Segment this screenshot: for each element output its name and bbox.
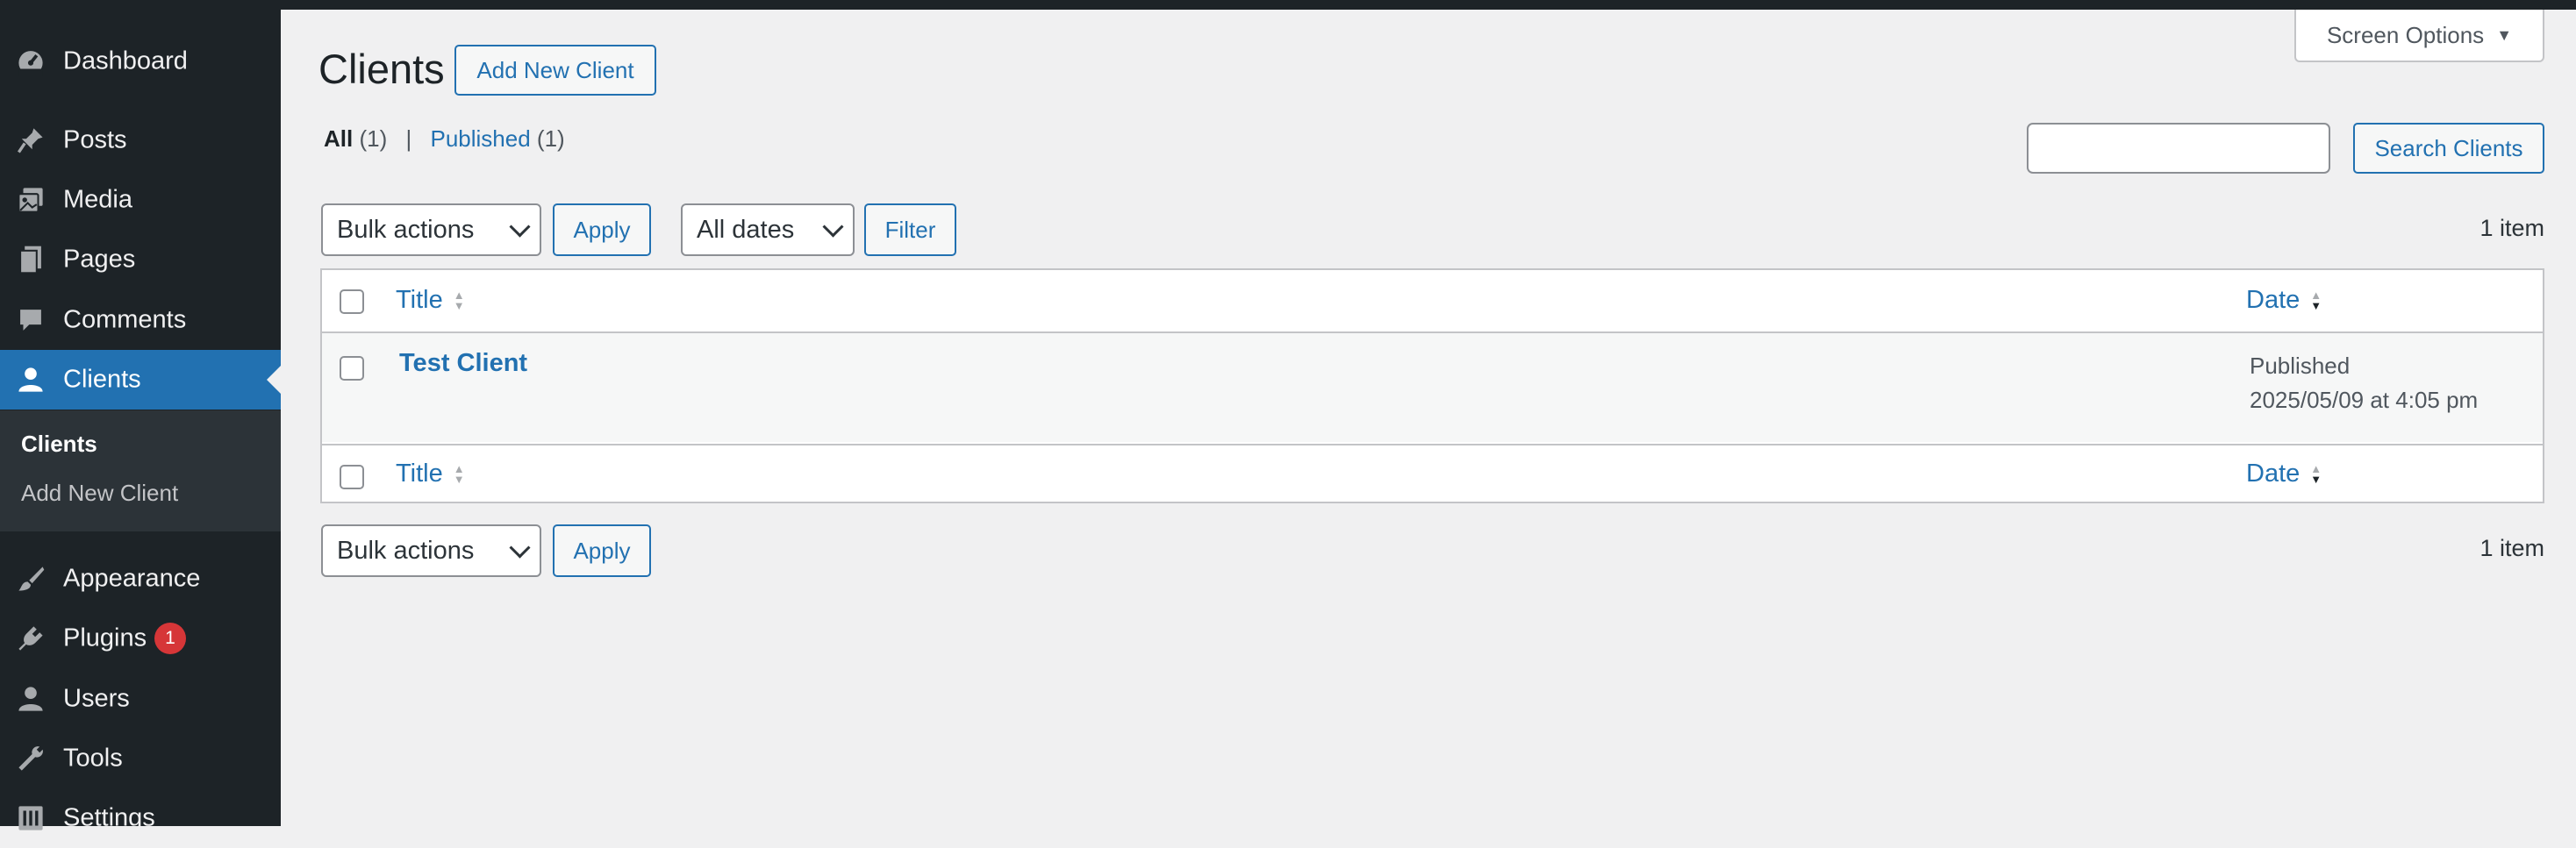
- filter-all-link[interactable]: All: [324, 125, 353, 152]
- sidebar-item-comments[interactable]: Comments: [0, 290, 281, 350]
- date-column-footer[interactable]: Date ▲ ▼: [2246, 460, 2322, 488]
- sidebar-item-label: Appearance: [63, 564, 201, 593]
- sidebar-item-clients[interactable]: Clients: [0, 350, 281, 410]
- sidebar-item-label: Clients: [63, 365, 141, 394]
- comment-icon: [20, 310, 41, 331]
- media-icon: [18, 188, 43, 213]
- sidebar-submenu: Clients Add New Client: [0, 410, 281, 531]
- sort-desc-icon: ▲ ▼: [2310, 461, 2322, 486]
- sidebar-item-label: Pages: [63, 245, 136, 274]
- sidebar-item-label: Posts: [63, 125, 127, 154]
- user-icon: [18, 367, 43, 392]
- users-icon: [18, 687, 43, 711]
- dates-filter-select[interactable]: All dates: [681, 203, 855, 256]
- brush-icon: [18, 567, 45, 591]
- settings-icon: [18, 806, 43, 830]
- sidebar-item-dashboard[interactable]: Dashboard: [0, 32, 281, 91]
- post-status: Published: [2250, 353, 2351, 379]
- sidebar-item-label: Plugins: [63, 624, 147, 652]
- sidebar-item-label: Users: [63, 684, 130, 713]
- apply-button[interactable]: Apply: [553, 203, 651, 256]
- plugin-icon: [18, 626, 43, 651]
- date-cell: Published 2025/05/09 at 4:05 pm: [2250, 349, 2478, 417]
- caret-down-icon: ▼: [2496, 25, 2513, 44]
- sidebar-item-users[interactable]: Users: [0, 669, 281, 729]
- sidebar-item-label: Tools: [63, 744, 123, 773]
- title-column-label: Title: [396, 460, 443, 488]
- items-count-bottom: 1 item: [2479, 535, 2544, 561]
- post-date: 2025/05/09 at 4:05 pm: [2250, 387, 2479, 413]
- submenu-item-clients[interactable]: Clients: [21, 431, 97, 458]
- bulk-actions-value: Bulk actions: [337, 536, 475, 565]
- date-column-label: Date: [2246, 460, 2301, 488]
- status-filter-links: All (1) | Published (1): [324, 125, 565, 153]
- dates-filter-value: All dates: [697, 215, 795, 244]
- items-count: 1 item: [2479, 215, 2544, 241]
- search-clients-button[interactable]: Search Clients: [2353, 123, 2544, 174]
- title-column-label: Title: [396, 286, 443, 314]
- sort-icon: ▲ ▼: [453, 288, 465, 312]
- filter-separator: |: [405, 125, 412, 152]
- chevron-down-icon: [509, 537, 531, 559]
- admin-sidebar: Dashboard Posts Media Pages Comments Cli…: [0, 0, 281, 832]
- sidebar-item-label: Dashboard: [63, 46, 188, 75]
- screen-options-button[interactable]: Screen Options ▼: [2294, 10, 2544, 62]
- pin-icon: [17, 128, 43, 153]
- row-checkbox[interactable]: [340, 356, 364, 381]
- bulk-actions-value: Bulk actions: [337, 215, 475, 244]
- update-count-badge: 1: [154, 623, 186, 654]
- chevron-down-icon: [509, 216, 531, 238]
- table-footer-row: Title ▲ ▼ Date ▲ ▼: [322, 444, 2543, 503]
- bulk-actions-select[interactable]: Bulk actions: [321, 203, 541, 256]
- wrench-icon: [18, 746, 43, 771]
- sidebar-item-plugins[interactable]: Plugins 1: [0, 609, 281, 668]
- table-row: Test Client Published 2025/05/09 at 4:05…: [322, 333, 2543, 442]
- filter-published-count: (1): [536, 125, 565, 152]
- sidebar-item-media[interactable]: Media: [0, 170, 281, 230]
- row-title-link[interactable]: Test Client: [399, 349, 527, 378]
- apply-button-bottom[interactable]: Apply: [553, 524, 651, 577]
- page-title: Clients: [318, 46, 445, 92]
- sort-desc-icon: ▲ ▼: [2310, 288, 2322, 312]
- submenu-item-add-new-client[interactable]: Add New Client: [21, 480, 178, 507]
- dashboard-icon: [18, 51, 43, 76]
- search-input[interactable]: [2027, 123, 2330, 174]
- filter-published-link[interactable]: Published: [430, 125, 530, 152]
- select-all-checkbox-footer[interactable]: [340, 465, 364, 489]
- chevron-down-icon: [822, 216, 844, 238]
- sidebar-item-tools[interactable]: Tools: [0, 729, 281, 788]
- clients-table: Title ▲ ▼ Date ▲ ▼ Test Client Published 2…: [320, 268, 2544, 503]
- sidebar-item-posts[interactable]: Posts: [0, 110, 281, 170]
- title-column-footer[interactable]: Title ▲ ▼: [396, 460, 465, 488]
- admin-bar: [0, 0, 2576, 10]
- sidebar-item-label: Comments: [63, 305, 187, 334]
- sort-icon: ▲ ▼: [453, 461, 465, 486]
- sidebar-item-pages[interactable]: Pages: [0, 230, 281, 289]
- bulk-actions-select-bottom[interactable]: Bulk actions: [321, 524, 541, 577]
- pages-icon: [19, 246, 41, 274]
- sidebar-item-label: Settings: [63, 803, 155, 832]
- add-new-client-button[interactable]: Add New Client: [454, 45, 656, 96]
- sidebar-item-label: Media: [63, 185, 132, 214]
- screen-options-label: Screen Options: [2326, 21, 2485, 48]
- filter-button[interactable]: Filter: [864, 203, 956, 256]
- date-column-header[interactable]: Date ▲ ▼: [2246, 286, 2322, 315]
- table-header-row: Title ▲ ▼ Date ▲ ▼: [322, 270, 2543, 333]
- title-column-header[interactable]: Title ▲ ▼: [396, 286, 465, 315]
- sidebar-item-appearance[interactable]: Appearance: [0, 549, 281, 609]
- date-column-label: Date: [2246, 286, 2301, 314]
- select-all-checkbox[interactable]: [340, 289, 364, 314]
- filter-all-count: (1): [359, 125, 388, 152]
- sidebar-item-settings[interactable]: Settings: [0, 788, 281, 848]
